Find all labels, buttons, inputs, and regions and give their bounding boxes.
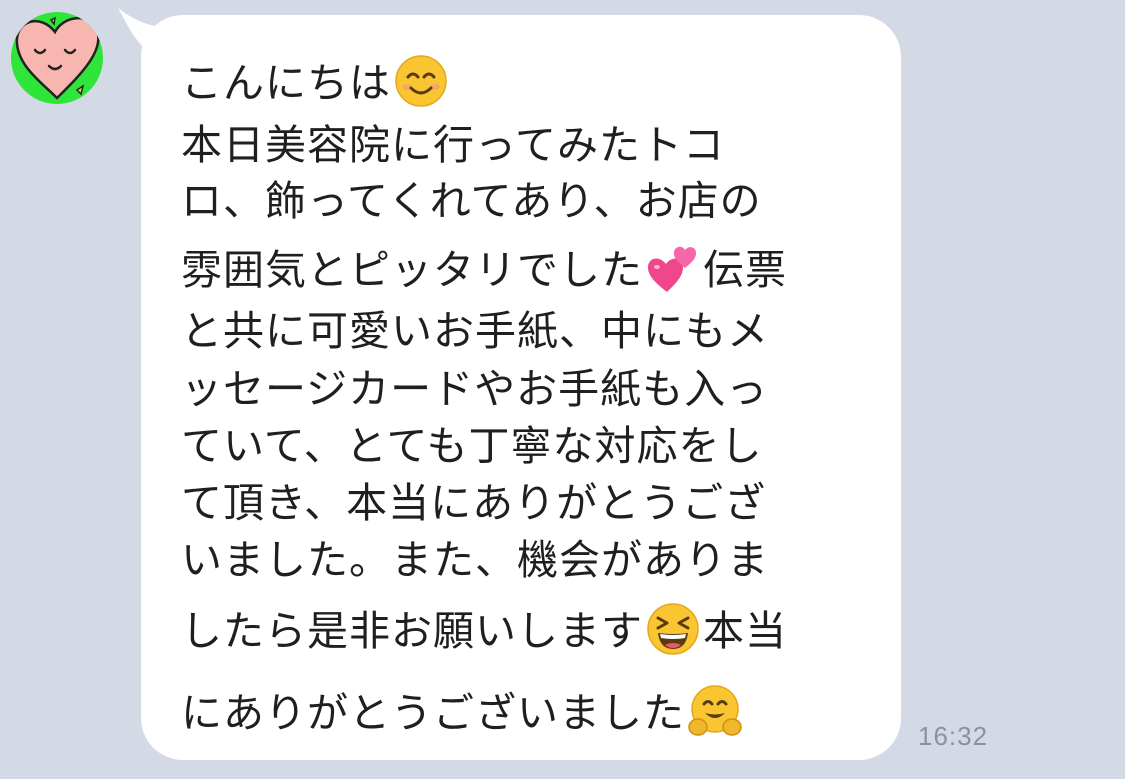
message-text: 雰囲気とピッタリでした [181, 246, 643, 294]
message-line: ロ、飾ってくれてあり、お店の [181, 175, 762, 227]
message-line: にありがとうございました [181, 683, 745, 739]
message-line: 本日美容院に行ってみたトコ [181, 119, 725, 171]
message-text: と共に可愛いお手紙、中にもメ [181, 307, 769, 355]
message-line: いました。また、機会がありま [181, 534, 769, 586]
message-text: にありがとうございました [181, 689, 685, 737]
message-line: と共に可愛いお手紙、中にもメ [181, 305, 769, 357]
message-text: ッセージカードやお手紙も入っ [181, 365, 769, 413]
message-line: こんにちは [181, 53, 451, 109]
message-text: 本当 [703, 607, 787, 655]
message-text: 伝票 [703, 246, 787, 294]
message-timestamp: 16:32 [918, 721, 989, 751]
message-text: て頂き、本当にありがとうござ [181, 479, 767, 527]
message-line: ッセージカードやお手紙も入っ [181, 363, 768, 415]
message-text: したら是非お願いします [181, 607, 643, 655]
heart-face-icon [15, 16, 100, 100]
contact-avatar[interactable] [11, 12, 103, 104]
message-text: いました。また、機会がありま [181, 536, 769, 584]
message-text: ていて、とても丁寧な対応をし [181, 422, 763, 470]
message-line: ていて、とても丁寧な対応をし [181, 420, 762, 472]
message-line: 雰囲気とピッタリでした 伝票 [181, 240, 787, 296]
grinning-squinting-face-icon [647, 603, 699, 655]
hugging-face-icon [688, 685, 742, 736]
message-text: こんにちは [181, 59, 391, 107]
two-hearts-icon [647, 246, 696, 292]
message-bubble[interactable]: こんにちは 本日美容院に行ってみたトコ ロ、飾ってくれてあり、お店の 雰囲気とピ… [141, 15, 901, 760]
message-text: ロ、飾ってくれてあり、お店の [181, 177, 762, 225]
smiling-face-icon [395, 55, 447, 107]
message-line: て頂き、本当にありがとうござ [181, 477, 766, 529]
message-line: したら是非お願いします 本当 [181, 601, 787, 657]
message-text: 本日美容院に行ってみたトコ [181, 121, 725, 169]
